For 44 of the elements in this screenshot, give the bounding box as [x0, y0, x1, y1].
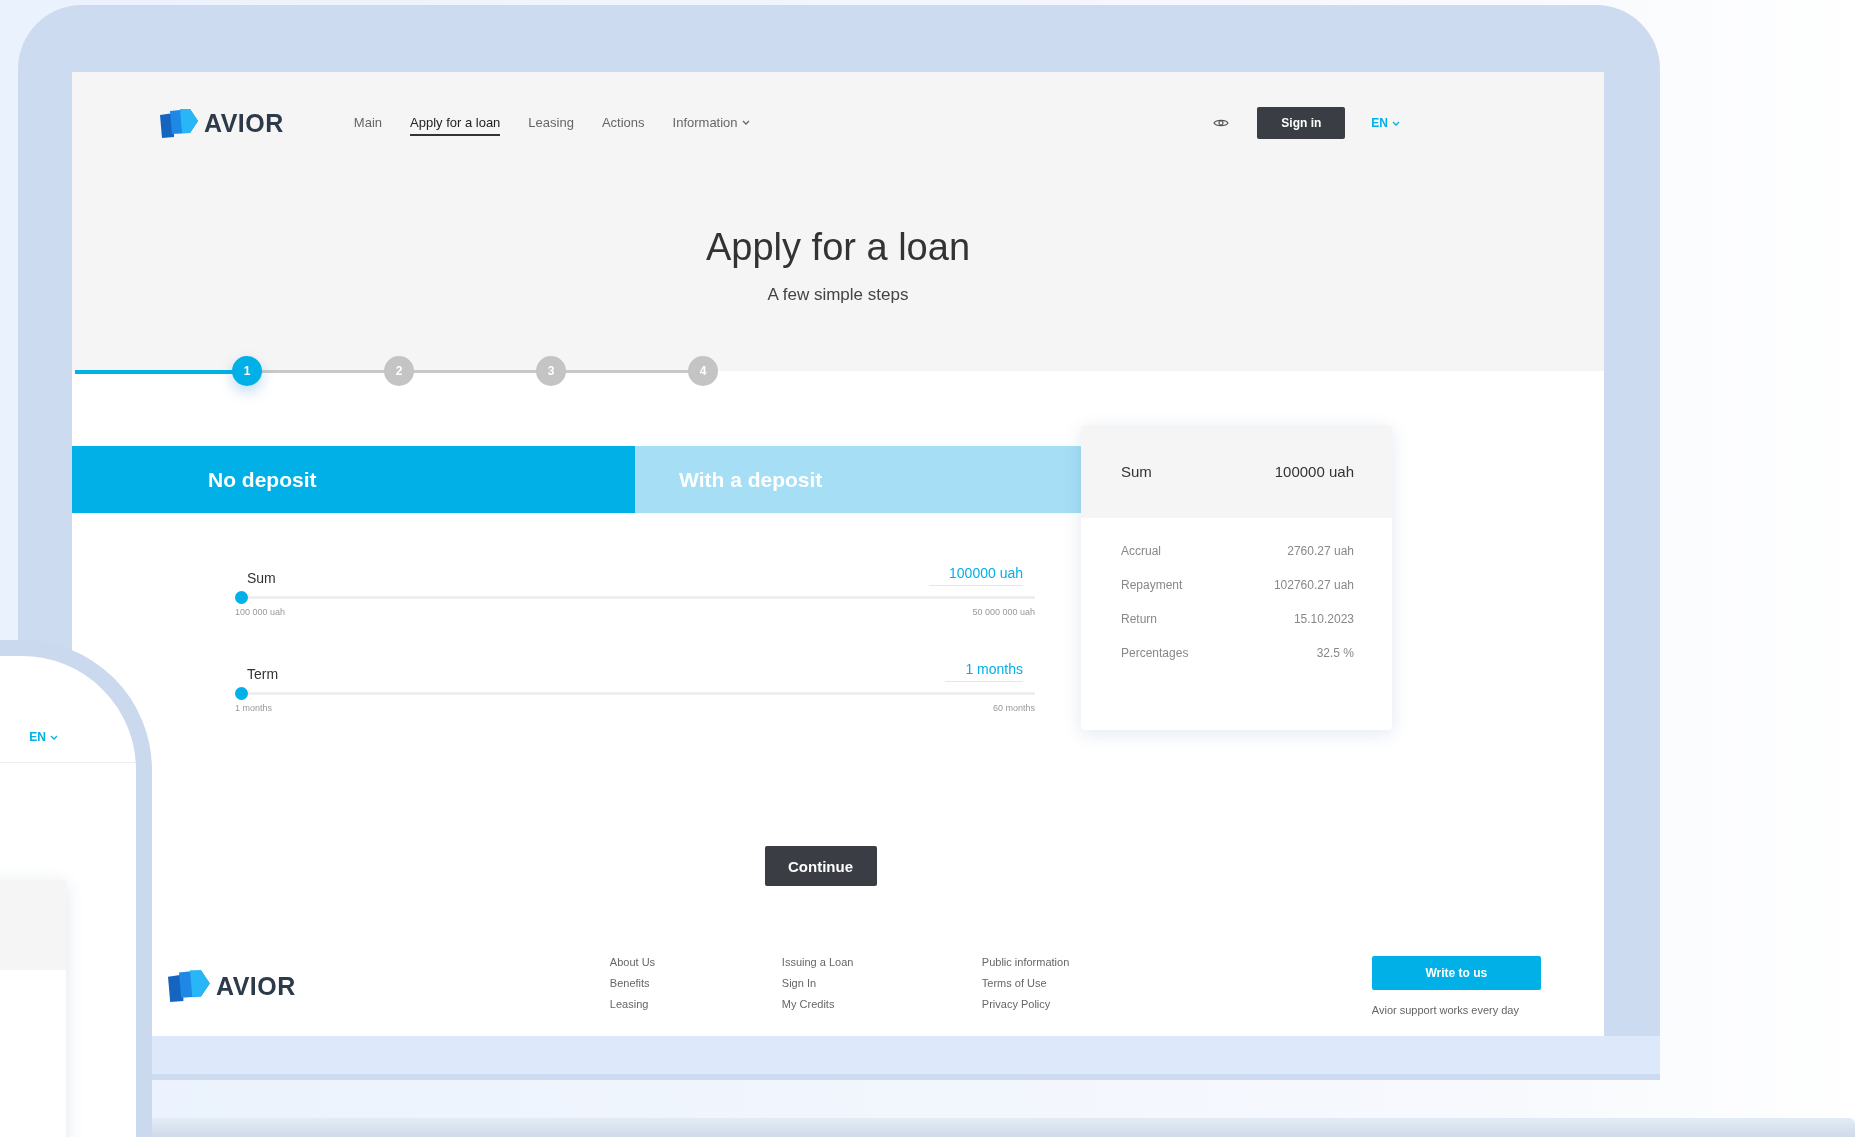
nav-link[interactable]: Actions [601, 110, 645, 136]
nav-link[interactable]: Leasing [528, 110, 574, 136]
footer-link[interactable]: About Us [609, 956, 782, 968]
range-min-label: 1 months [235, 703, 273, 713]
summary-value: 100000 uah [1274, 463, 1354, 480]
summary-row-value: 32.5 % [1316, 646, 1354, 660]
footer-link[interactable]: Privacy Policy [981, 998, 1332, 1010]
nav-link[interactable]: Information [672, 110, 750, 136]
summary-label: Sum [1121, 463, 1152, 480]
range-max-label: 50 000 000 uah [972, 607, 1035, 617]
sign-in-button[interactable]: Sign in [1257, 107, 1346, 139]
footer-link[interactable]: Sign In [781, 977, 982, 989]
footer-link[interactable]: My Credits [781, 998, 982, 1010]
page-title: Apply for a loan [705, 226, 971, 269]
logo-icon [168, 968, 212, 1004]
summary-row-value: 102760.27 uah [1273, 578, 1354, 592]
logo-icon [160, 107, 200, 139]
slider-label: Term [247, 666, 279, 682]
continue-button[interactable]: Continue [764, 846, 877, 886]
slider-thumb[interactable] [235, 591, 248, 604]
footer-link[interactable]: Issuing a Loan [781, 956, 982, 968]
range-min-label: 100 000 uah [235, 607, 286, 617]
footer-link[interactable]: Benefits [609, 977, 782, 989]
summary-row-value: 15.10.2023 [1293, 612, 1354, 626]
footer-link[interactable]: Terms of Use [981, 977, 1332, 989]
eye-icon[interactable] [1213, 118, 1230, 128]
brand-name: AVIOR [204, 108, 284, 138]
summary-row-value: 2760.27 uah [1287, 544, 1354, 558]
summary-row-label: Accrual [1121, 544, 1161, 558]
caret-icon [50, 734, 58, 740]
support-note: Avior support works every day [1371, 1004, 1520, 1016]
caret-icon [1392, 120, 1400, 126]
page-subtitle: A few simple steps [767, 285, 909, 305]
footer-link[interactable]: Public information [981, 956, 1332, 968]
brand-name: AVIOR [216, 971, 296, 1001]
nav-link[interactable]: Apply for a loan [410, 110, 501, 136]
slider-thumb[interactable] [235, 687, 248, 700]
summary-row-label: Repayment [1121, 578, 1183, 592]
nav-link[interactable]: Main [353, 110, 382, 136]
summary-row-label: Percentages [1121, 646, 1189, 660]
footer-link[interactable]: Leasing [609, 998, 782, 1010]
summary-row-label: Return [1121, 612, 1158, 626]
range-max-label: 60 months [992, 703, 1035, 713]
slider-label: Sum [247, 570, 276, 586]
